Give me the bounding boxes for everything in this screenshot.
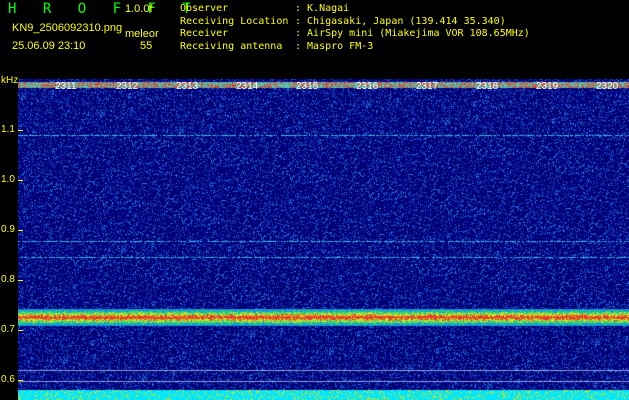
meteor-count: 55 — [140, 40, 153, 52]
info-row-observer: Observer: K.Nagai — [180, 3, 350, 14]
filename-label: KN9_2506092310.png — [12, 22, 123, 34]
minute-label: 2318 — [476, 81, 499, 92]
version-label: 1.0.0f — [125, 3, 153, 15]
header-panel: H R O F F T 1.0.0f KN9_2506092310.png me… — [0, 0, 629, 78]
y-tick — [18, 130, 23, 131]
minute-label: 2316 — [356, 81, 379, 92]
y-tick-label: 0.6 — [1, 374, 15, 385]
spectrogram-canvas — [18, 79, 629, 400]
minute-label: 2317 — [416, 81, 439, 92]
y-tick — [18, 380, 23, 381]
y-tick-label: 0.8 — [1, 274, 15, 285]
y-tick-label: 0.7 — [1, 324, 15, 335]
y-tick — [18, 280, 23, 281]
minute-label: 2311 — [55, 81, 77, 92]
datetime-label: 25.06.09 23:10 — [12, 40, 86, 52]
info-row-antenna: Receiving antenna: Maspro FM-3 — [180, 40, 374, 52]
minute-label: 2315 — [296, 81, 319, 92]
meleor-label: meleor — [125, 28, 159, 40]
minute-label: 2313 — [176, 81, 199, 92]
station-info: Observer: K.Nagai Receiving Location: Ch… — [180, 3, 530, 53]
y-tick — [18, 230, 23, 231]
minute-label: 2319 — [536, 81, 559, 92]
info-row-receiver: Receiver: AirSpy mini (Miakejima VOR 108… — [180, 28, 530, 39]
info-row-location: Receiving Location: Chigasaki, Japan (13… — [180, 15, 506, 27]
y-tick-label: 1.0 — [1, 174, 15, 185]
unit-label: kHz — [1, 75, 19, 86]
y-tick-label: 1.1 — [1, 124, 15, 135]
y-tick-label: 0.9 — [1, 224, 15, 235]
minute-label: 2320 — [596, 81, 619, 92]
minute-label: 2312 — [116, 81, 139, 92]
app-logo: H R O F F T — [8, 1, 200, 17]
y-tick — [18, 180, 23, 181]
minute-label: 2314 — [236, 81, 259, 92]
y-tick — [18, 330, 23, 331]
